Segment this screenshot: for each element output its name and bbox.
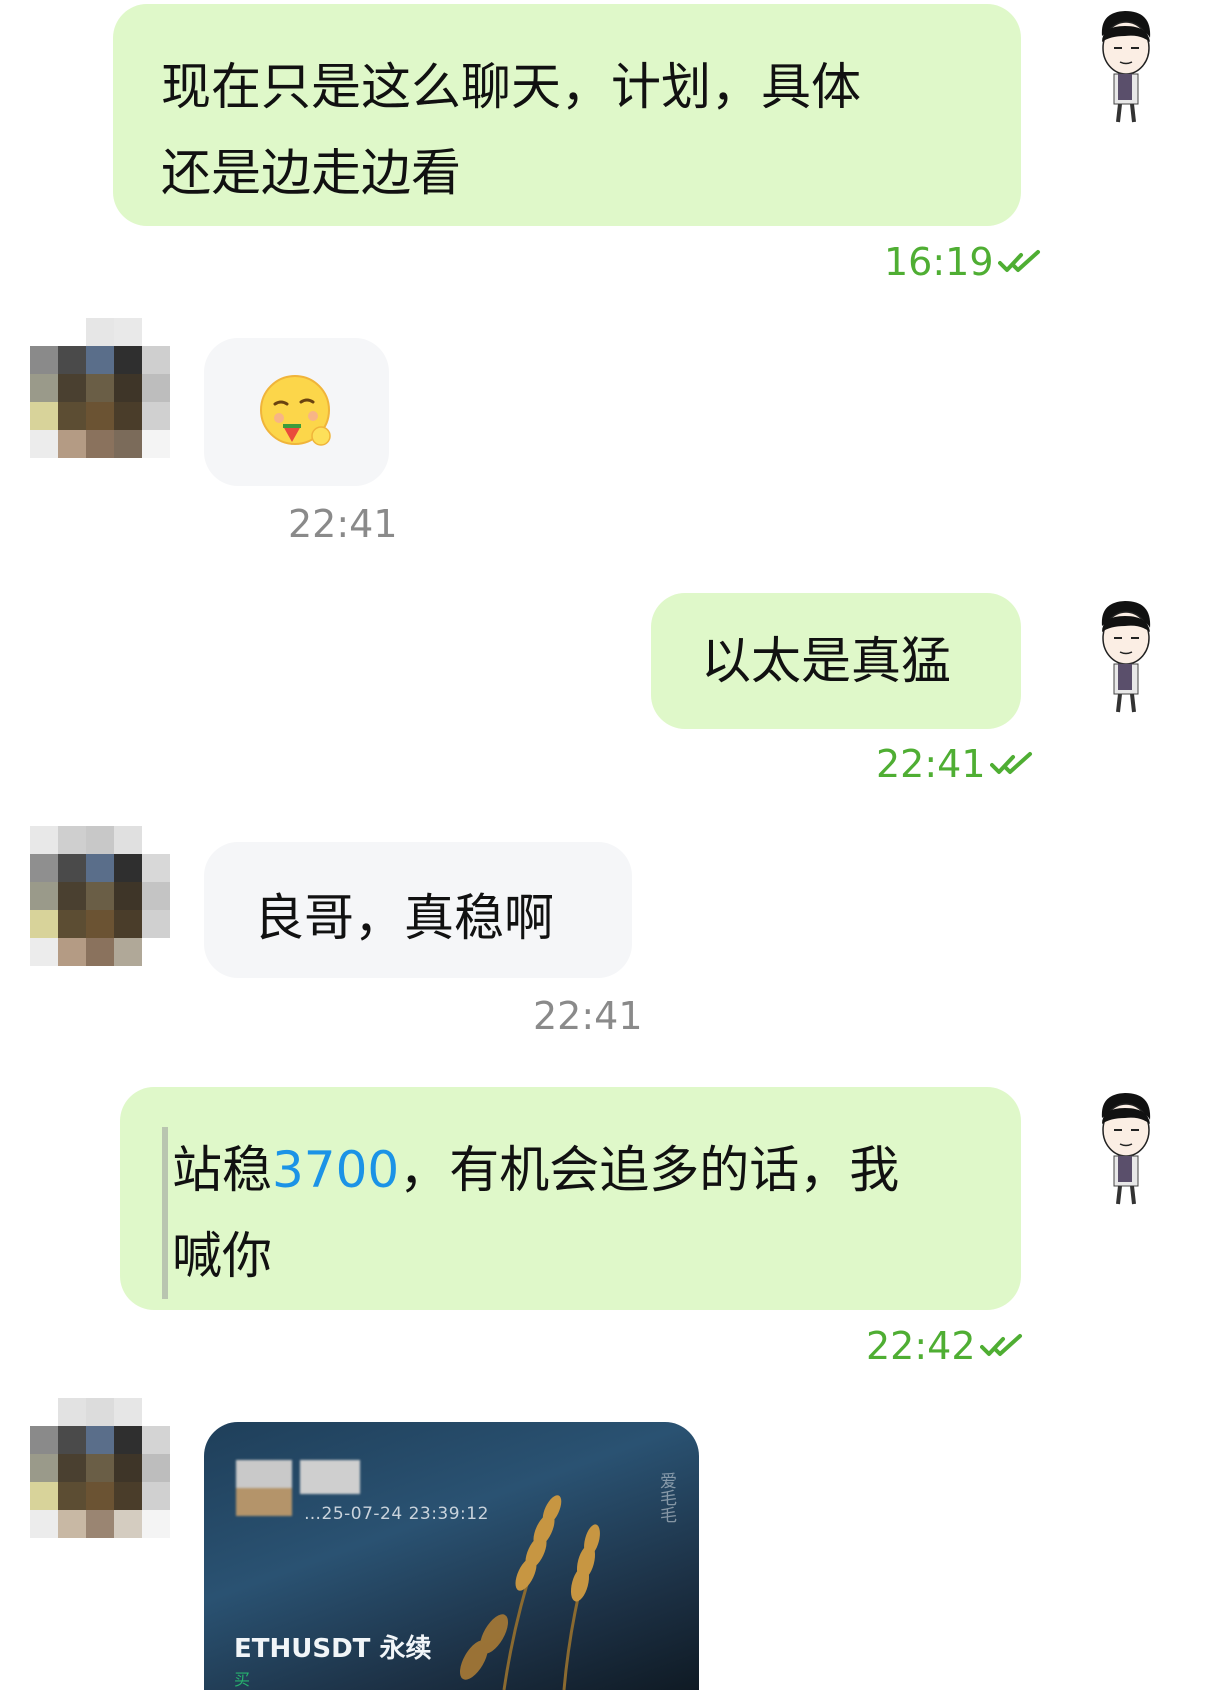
contact-avatar[interactable] (30, 318, 170, 458)
message-timestamp: 22:41 (288, 502, 398, 546)
message-bubble-outgoing[interactable]: 站稳3700，有机会追多的话，我 喊你 (120, 1087, 1021, 1310)
trade-date: …25-07-24 23:39:12 (304, 1504, 489, 1524)
message-bubble-outgoing[interactable]: 现在只是这么聊天，计划，具体 还是边走边看 (113, 4, 1021, 226)
message-text: 以太是真猛 (701, 632, 951, 690)
message-bubble-incoming[interactable]: 良哥，真稳啊 (204, 842, 632, 978)
double-check-icon (989, 752, 1032, 774)
time-text: 22:41 (876, 742, 986, 786)
message-text-part: ，有机会追多的话，我 (399, 1141, 900, 1199)
message-text: 良哥，真稳啊 (254, 889, 554, 947)
contact-avatar[interactable] (30, 1398, 170, 1538)
message-text-line: 还是边走边看 (161, 144, 461, 202)
self-avatar[interactable] (1080, 596, 1170, 716)
message-timestamp: 22:41 (533, 994, 643, 1038)
trade-screenshot-card[interactable]: …25-07-24 23:39:12 爱毛毛 ETHUSDT 永续 买 (204, 1422, 699, 1690)
redacted-name (300, 1460, 360, 1494)
message-timestamp: 22:42 (866, 1324, 1026, 1368)
message-text-line: 现在只是这么聊天，计划，具体 (161, 58, 861, 116)
time-text: 16:19 (884, 240, 994, 284)
message-text-line: 喊你 (162, 1213, 1021, 1299)
redacted-avatar (236, 1460, 292, 1516)
message-text-line: 站稳3700，有机会追多的话，我 (162, 1127, 1021, 1213)
self-avatar[interactable] (1080, 1088, 1170, 1208)
message-text-part: 站稳 (172, 1141, 272, 1199)
trade-side: 买 (234, 1670, 251, 1689)
message-timestamp: 22:41 (876, 742, 1036, 786)
highlighted-number[interactable]: 3700 (272, 1141, 399, 1199)
contact-avatar[interactable] (30, 826, 170, 966)
drooling-emoji-icon (259, 375, 331, 446)
trade-symbol: ETHUSDT 永续 (234, 1634, 432, 1664)
time-text: 22:42 (866, 1324, 976, 1368)
message-timestamp: 16:19 (884, 240, 1044, 284)
self-avatar[interactable] (1080, 6, 1170, 126)
watermark-text: 爱毛毛 (656, 1472, 676, 1523)
message-bubble-incoming[interactable] (204, 338, 389, 486)
double-check-icon (979, 1334, 1022, 1356)
double-check-icon (997, 250, 1040, 272)
message-bubble-outgoing[interactable]: 以太是真猛 (651, 593, 1021, 729)
